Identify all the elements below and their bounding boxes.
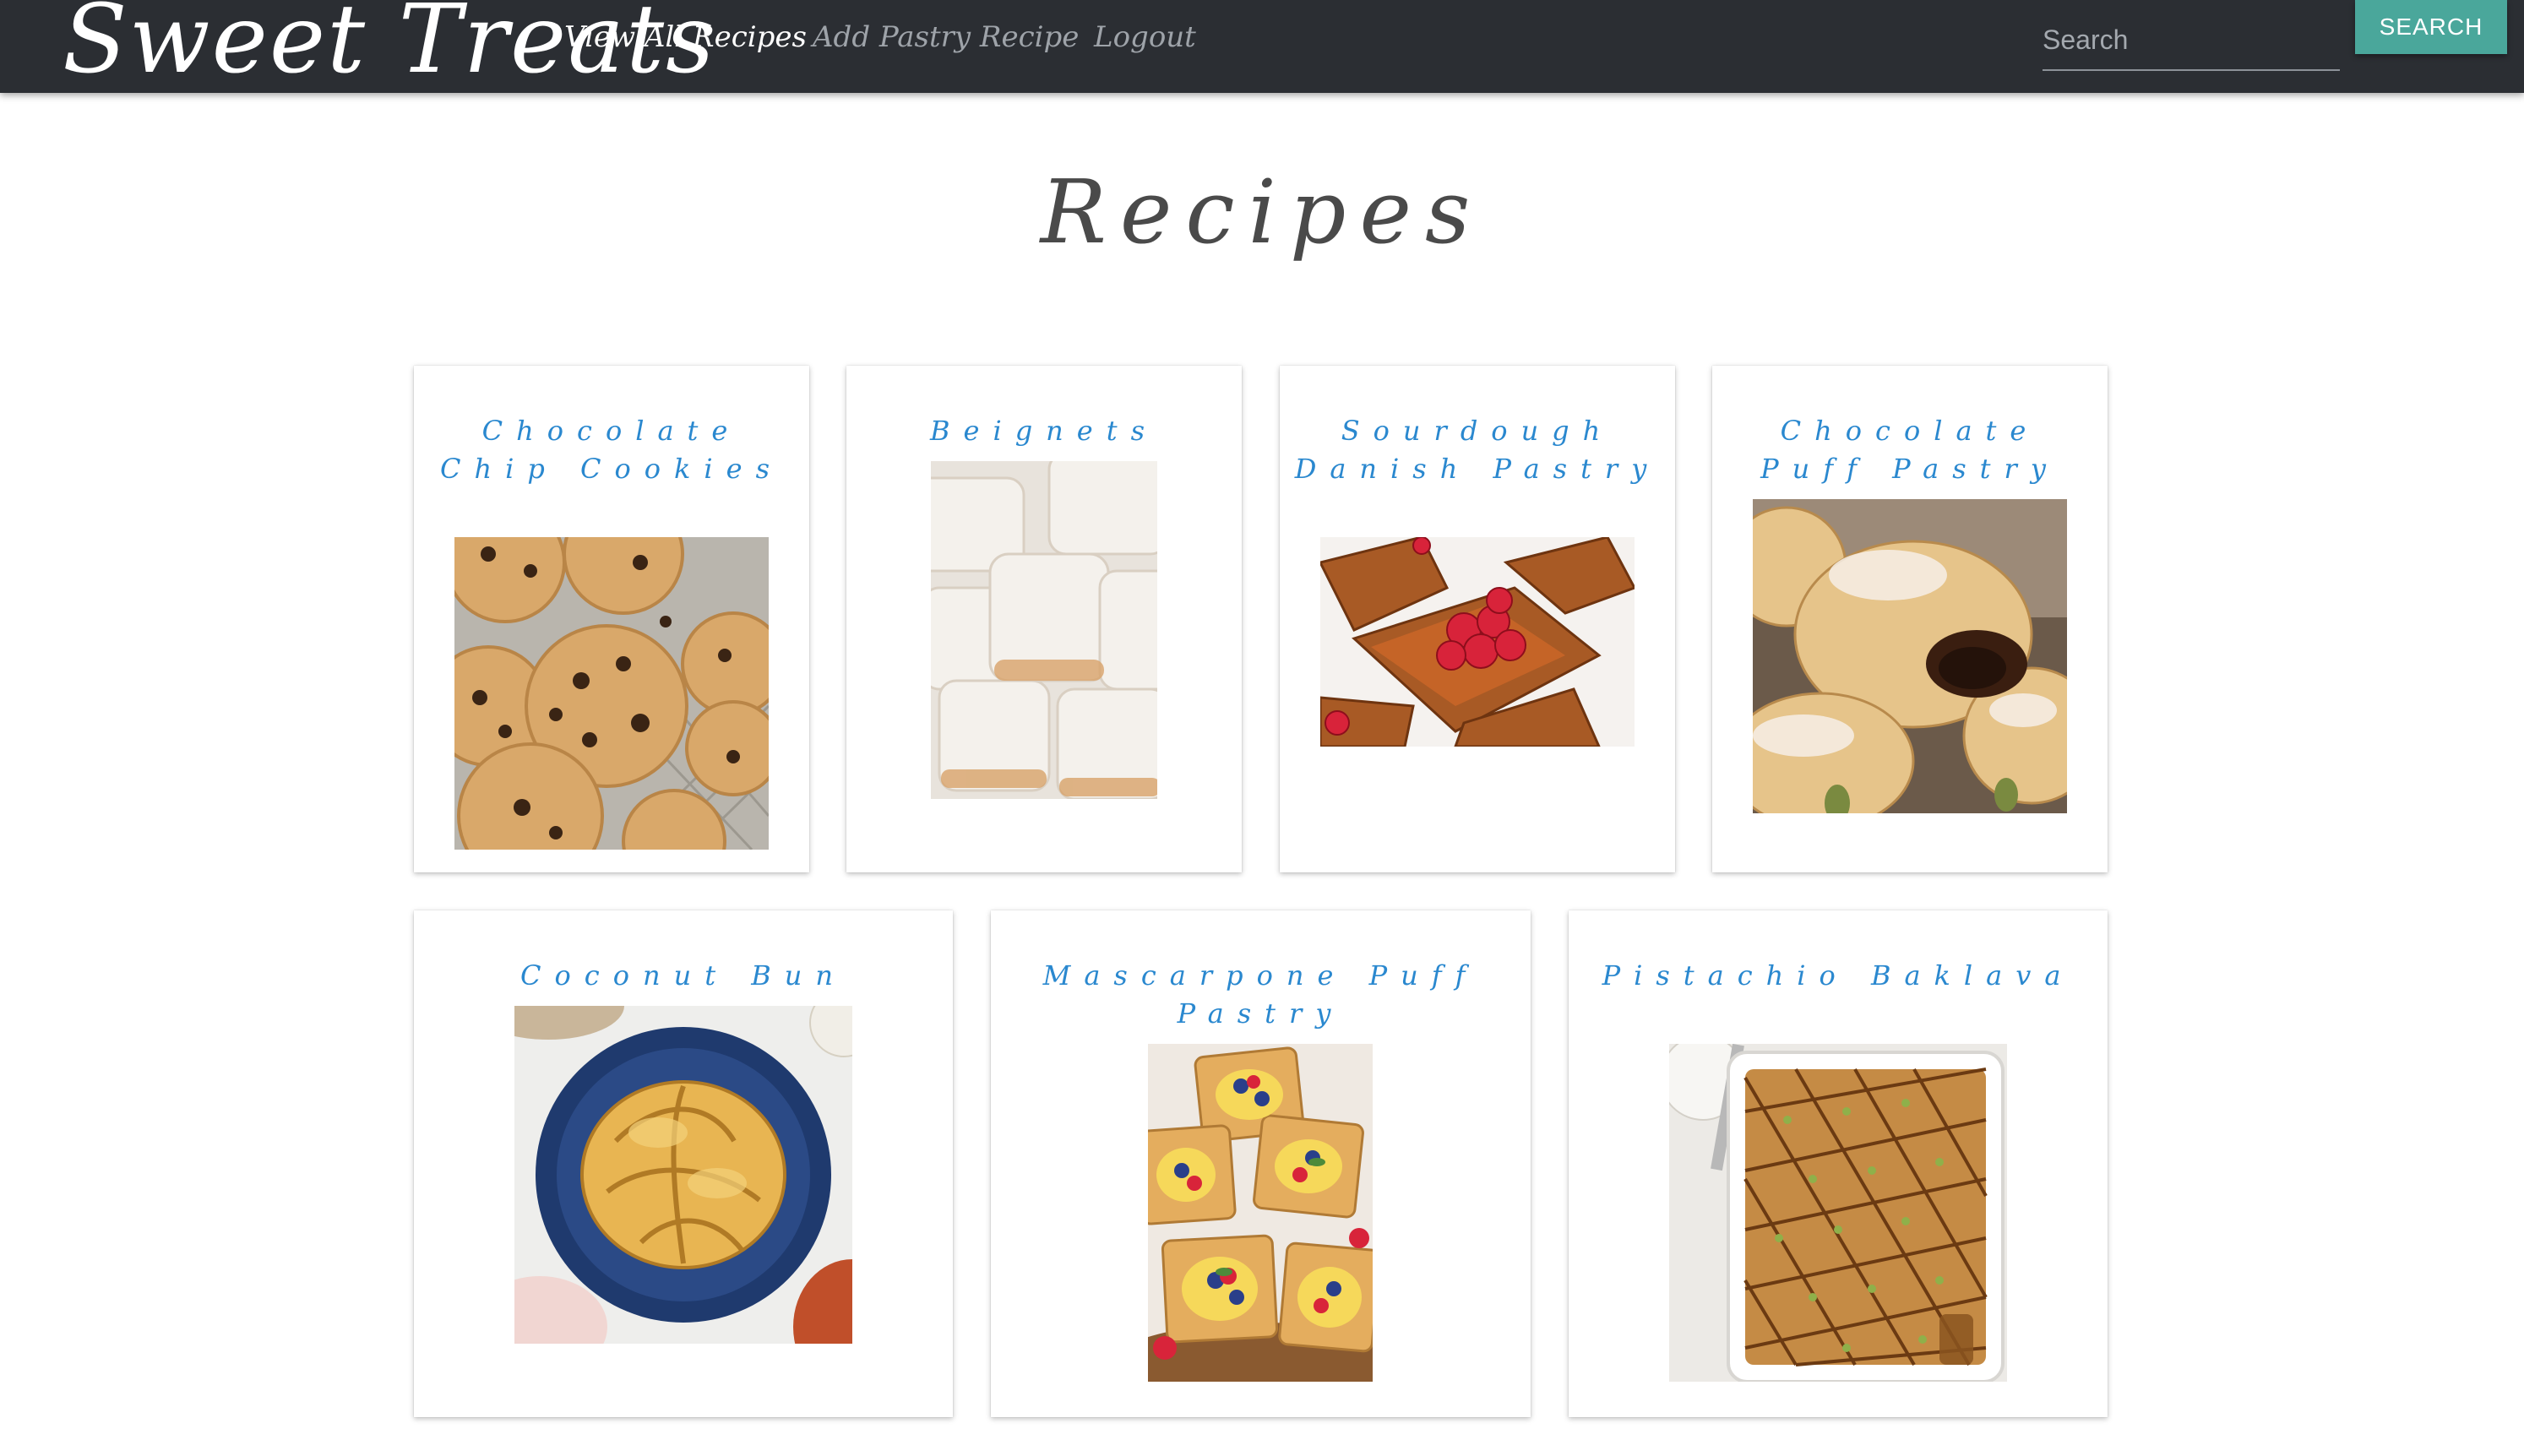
recipe-title[interactable]: Chocolate Chip Cookies (427, 412, 796, 488)
recipe-title[interactable]: Pistachio Baklava (1582, 957, 2094, 995)
recipe-card[interactable]: Sourdough Danish Pastry (1280, 366, 1675, 872)
recipe-image[interactable] (931, 461, 1157, 799)
nav-link-add-pastry-recipe[interactable]: Add Pastry Recipe (813, 20, 1079, 54)
recipe-card[interactable]: Coconut Bun (414, 910, 953, 1417)
recipe-image[interactable] (1148, 1044, 1373, 1382)
recipe-title[interactable]: Sourdough Danish Pastry (1293, 412, 1662, 488)
recipe-card[interactable]: Chocolate Chip Cookies (414, 366, 809, 872)
recipe-image[interactable] (454, 537, 769, 850)
search-button[interactable]: SEARCH (2355, 0, 2507, 54)
recipe-card[interactable]: Beignets (846, 366, 1242, 872)
recipe-title[interactable]: Beignets (860, 412, 1228, 450)
navbar: Sweet Treats View All Recipes Add Pastry… (0, 0, 2524, 93)
search-input[interactable] (2043, 10, 2340, 71)
recipe-title[interactable]: Coconut Bun (427, 957, 939, 995)
recipe-image[interactable] (1320, 537, 1635, 747)
recipe-card[interactable]: Pistachio Baklava (1569, 910, 2108, 1417)
recipe-title[interactable]: Chocolate Puff Pastry (1726, 412, 2094, 488)
recipe-card[interactable]: Chocolate Puff Pastry (1712, 366, 2108, 872)
recipe-card[interactable]: Mascarpone Puff Pastry (991, 910, 1531, 1417)
nav-link-view-all-recipes[interactable]: View All Recipes (564, 20, 807, 54)
nav-link-logout[interactable]: Logout (1094, 20, 1196, 54)
recipe-image[interactable] (1753, 499, 2067, 813)
recipe-title[interactable]: Mascarpone Puff Pastry (1004, 957, 1517, 1033)
page-title: Recipes (1040, 160, 1484, 263)
recipe-image[interactable] (1669, 1044, 2007, 1382)
recipe-image[interactable] (514, 1006, 852, 1344)
